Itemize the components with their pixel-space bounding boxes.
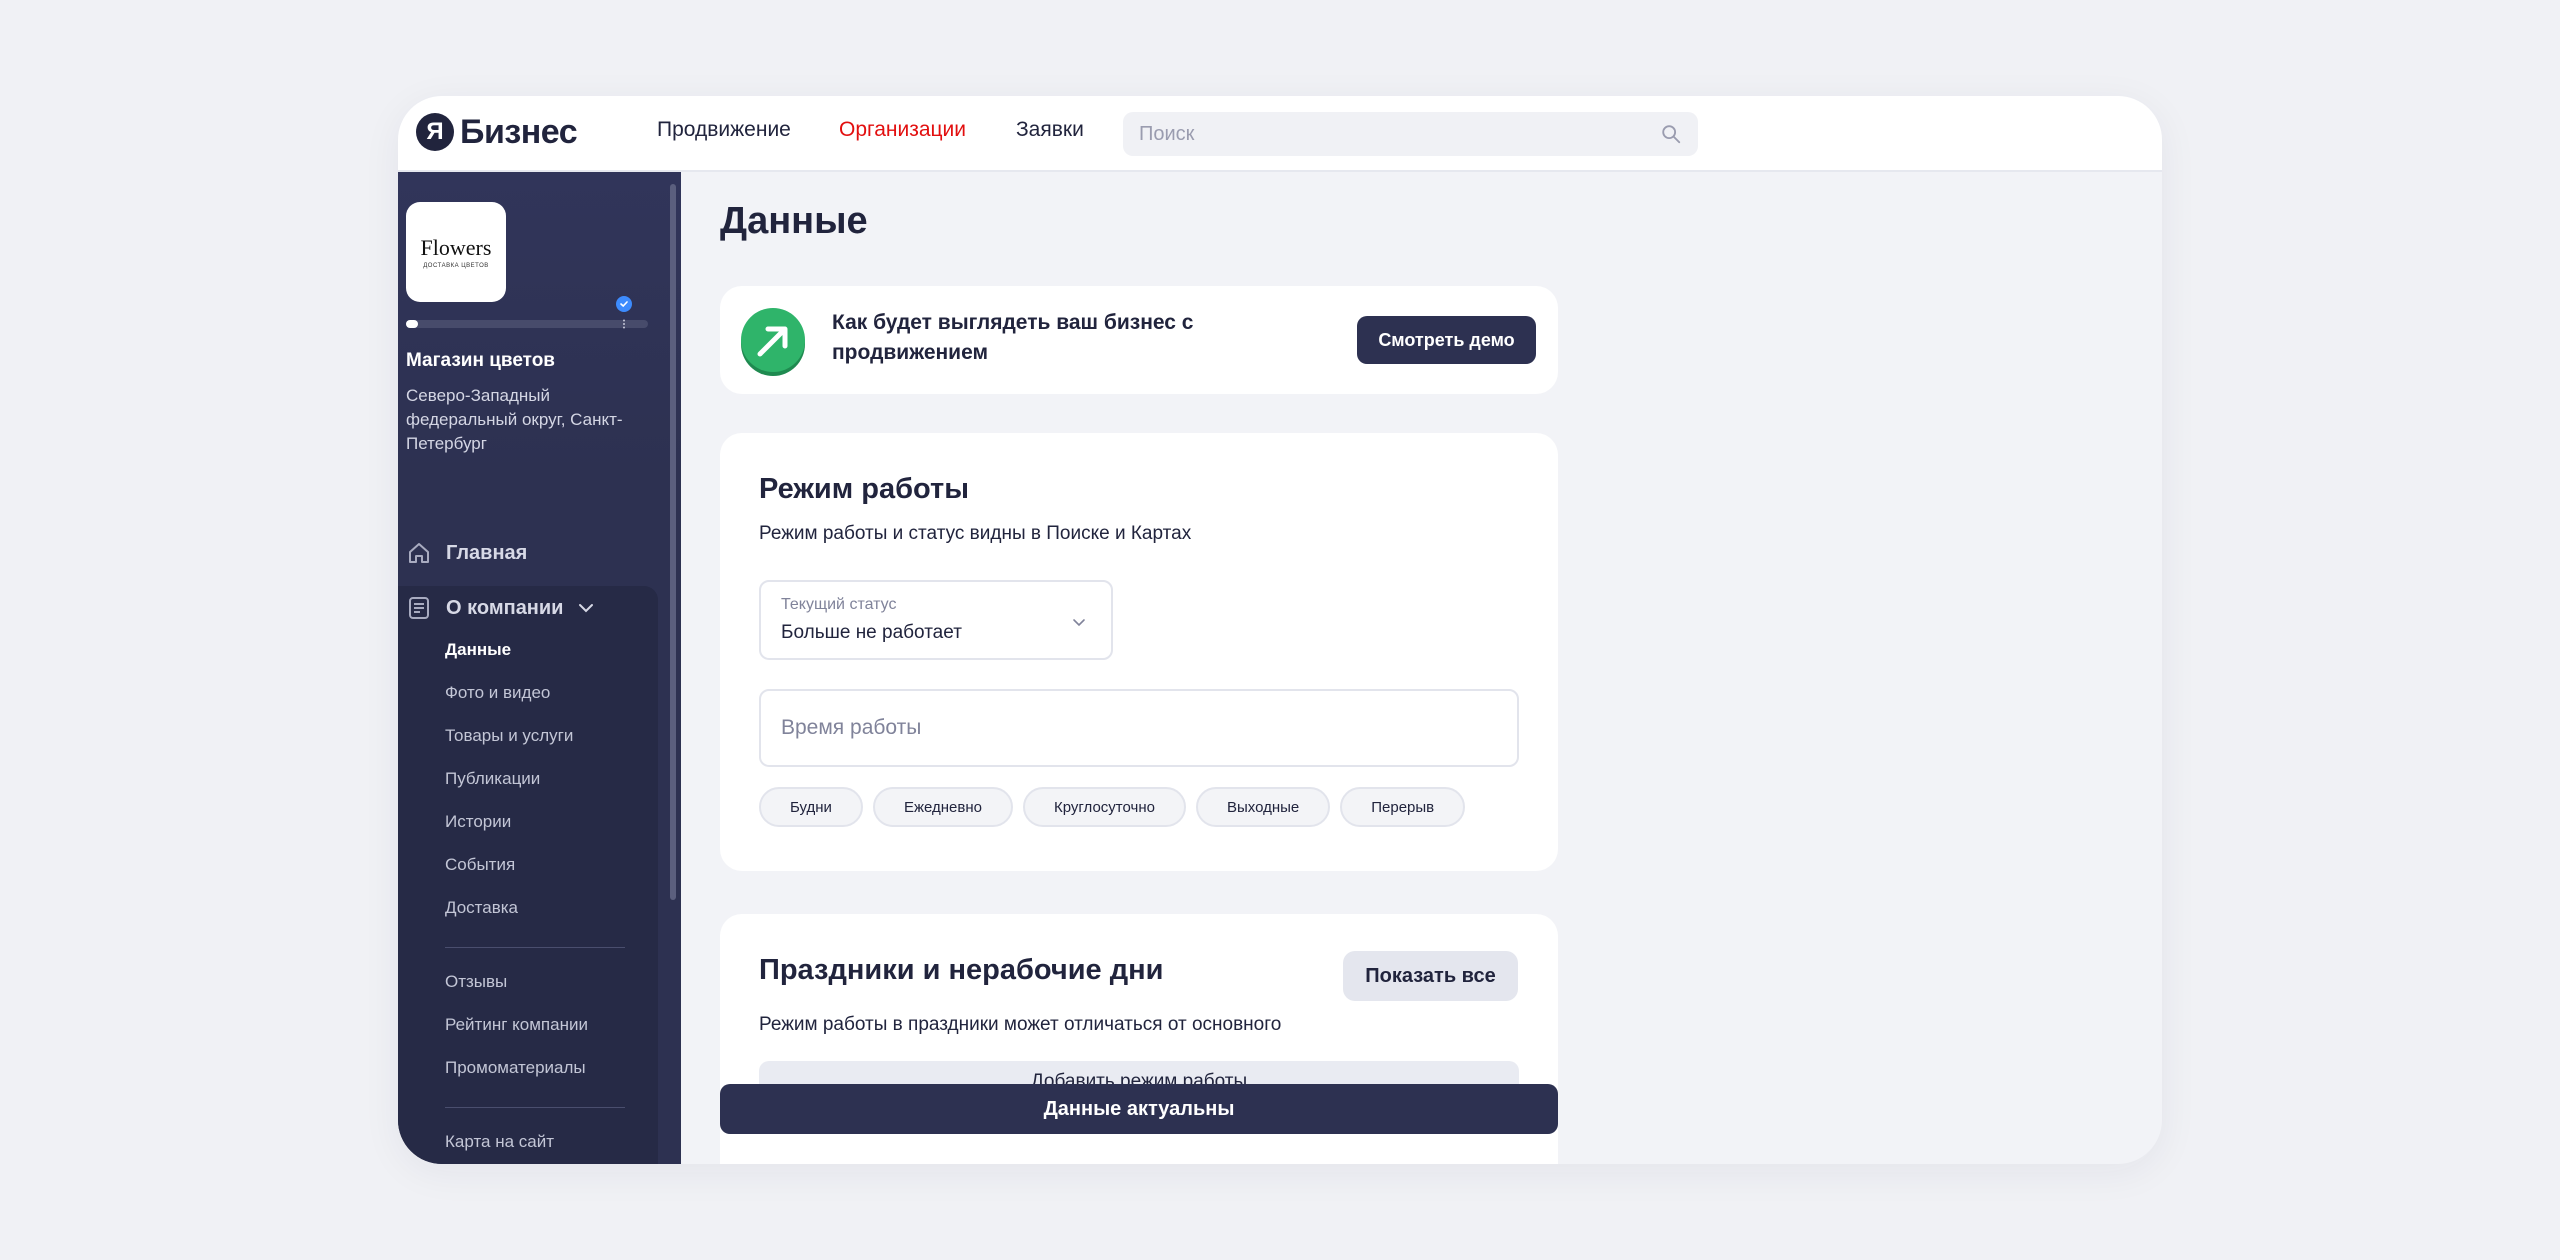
sidebar-item-events[interactable]: События — [445, 855, 515, 875]
search-placeholder: Поиск — [1139, 122, 1195, 145]
nav-promotion[interactable]: Продвижение — [657, 118, 791, 142]
sidebar: Flowers ДОСТАВКА ЦВЕТОВ Магазин цветов С… — [398, 172, 681, 1164]
page-title: Данные — [720, 200, 868, 242]
chip-daily[interactable]: Ежедневно — [872, 787, 1013, 827]
schedule-title: Режим работы — [759, 473, 969, 505]
holidays-description: Режим работы в праздники может отличатьс… — [759, 1014, 1282, 1035]
status-select-value: Больше не работает — [781, 622, 962, 643]
chevron-down-icon — [1073, 619, 1085, 627]
promo-card: Как будет выглядеть ваш бизнес с продвиж… — [720, 286, 1558, 394]
nav-organizations[interactable]: Организации — [839, 118, 966, 142]
profile-progress-bar — [406, 320, 648, 328]
sidebar-item-goods-services[interactable]: Товары и услуги — [445, 726, 573, 746]
progress-marker-icon — [623, 319, 625, 329]
logo-text: Бизнес — [460, 112, 578, 151]
status-select[interactable]: Текущий статус Больше не работает — [759, 580, 1113, 660]
chevron-down-icon — [579, 604, 594, 613]
schedule-card: Режим работы Режим работы и статус видны… — [720, 433, 1558, 871]
sidebar-scrollbar[interactable] — [670, 184, 676, 900]
data-actual-button[interactable]: Данные актуальны — [720, 1084, 1558, 1134]
yandex-business-logo[interactable]: Я Бизнес — [416, 112, 578, 152]
document-icon — [409, 597, 429, 619]
business-address: Северо-Западный федеральный округ, Санкт… — [406, 386, 623, 453]
watch-demo-button[interactable]: Смотреть демо — [1357, 316, 1536, 364]
sidebar-item-photo-video[interactable]: Фото и видео — [445, 683, 550, 703]
schedule-presets: Будни Ежедневно Круглосуточно Выходные П… — [759, 787, 1466, 827]
holidays-title: Праздники и нерабочие дни — [759, 954, 1164, 986]
chip-24-7[interactable]: Круглосуточно — [1022, 787, 1186, 827]
business-logo-subtitle: ДОСТАВКА ЦВЕТОВ — [423, 263, 489, 269]
search-icon[interactable] — [1660, 123, 1682, 145]
sidebar-item-stories[interactable]: Истории — [445, 812, 511, 832]
business-logo[interactable]: Flowers ДОСТАВКА ЦВЕТОВ — [406, 202, 506, 302]
sidebar-item-delivery[interactable]: Доставка — [445, 898, 518, 918]
profile-progress-fill — [406, 320, 419, 328]
app-window: Я Бизнес Продвижение Организации Заявки … — [398, 96, 2162, 1164]
top-bar: Я Бизнес Продвижение Организации Заявки … — [398, 96, 2162, 172]
sidebar-item-home-label: Главная — [446, 541, 528, 564]
sidebar-item-reviews[interactable]: Отзывы — [445, 972, 507, 992]
sidebar-divider — [445, 1107, 625, 1108]
promo-text: Как будет выглядеть ваш бизнес с продвиж… — [832, 311, 1194, 364]
sidebar-item-promo-materials[interactable]: Промоматериалы — [445, 1058, 586, 1078]
sidebar-group-about-toggle[interactable]: О компании — [406, 592, 595, 624]
chip-break[interactable]: Перерыв — [1340, 787, 1466, 827]
sidebar-item-map-widget[interactable]: Карта на сайт — [445, 1132, 554, 1152]
working-hours-input[interactable]: Время работы — [759, 689, 1519, 767]
search-input[interactable]: Поиск — [1123, 112, 1698, 156]
sidebar-item-publications[interactable]: Публикации — [445, 769, 540, 789]
sidebar-divider — [445, 947, 625, 948]
chip-weekends[interactable]: Выходные — [1195, 787, 1331, 827]
sidebar-item-rating[interactable]: Рейтинг компании — [445, 1015, 588, 1035]
yandex-logo-icon: Я — [416, 113, 454, 151]
sidebar-item-home[interactable]: Главная — [406, 538, 527, 568]
show-all-button[interactable]: Показать все — [1343, 951, 1518, 1001]
chip-weekdays[interactable]: Будни — [759, 787, 863, 827]
sidebar-group-about-label: О компании — [446, 596, 564, 619]
growth-arrow-icon — [741, 308, 805, 376]
schedule-description: Режим работы и статус видны в Поиске и К… — [759, 523, 1192, 544]
nav-requests[interactable]: Заявки — [1016, 118, 1084, 142]
business-name[interactable]: Магазин цветов — [406, 350, 555, 372]
sidebar-group-about: О компании Данные Фото и видео Товары и … — [398, 586, 658, 1164]
working-hours-placeholder: Время работы — [781, 716, 922, 739]
home-icon — [409, 543, 429, 563]
status-select-label: Текущий статус — [781, 596, 897, 613]
sidebar-item-data[interactable]: Данные — [445, 640, 511, 660]
business-logo-title: Flowers — [420, 235, 492, 260]
verified-badge-icon — [616, 296, 632, 312]
